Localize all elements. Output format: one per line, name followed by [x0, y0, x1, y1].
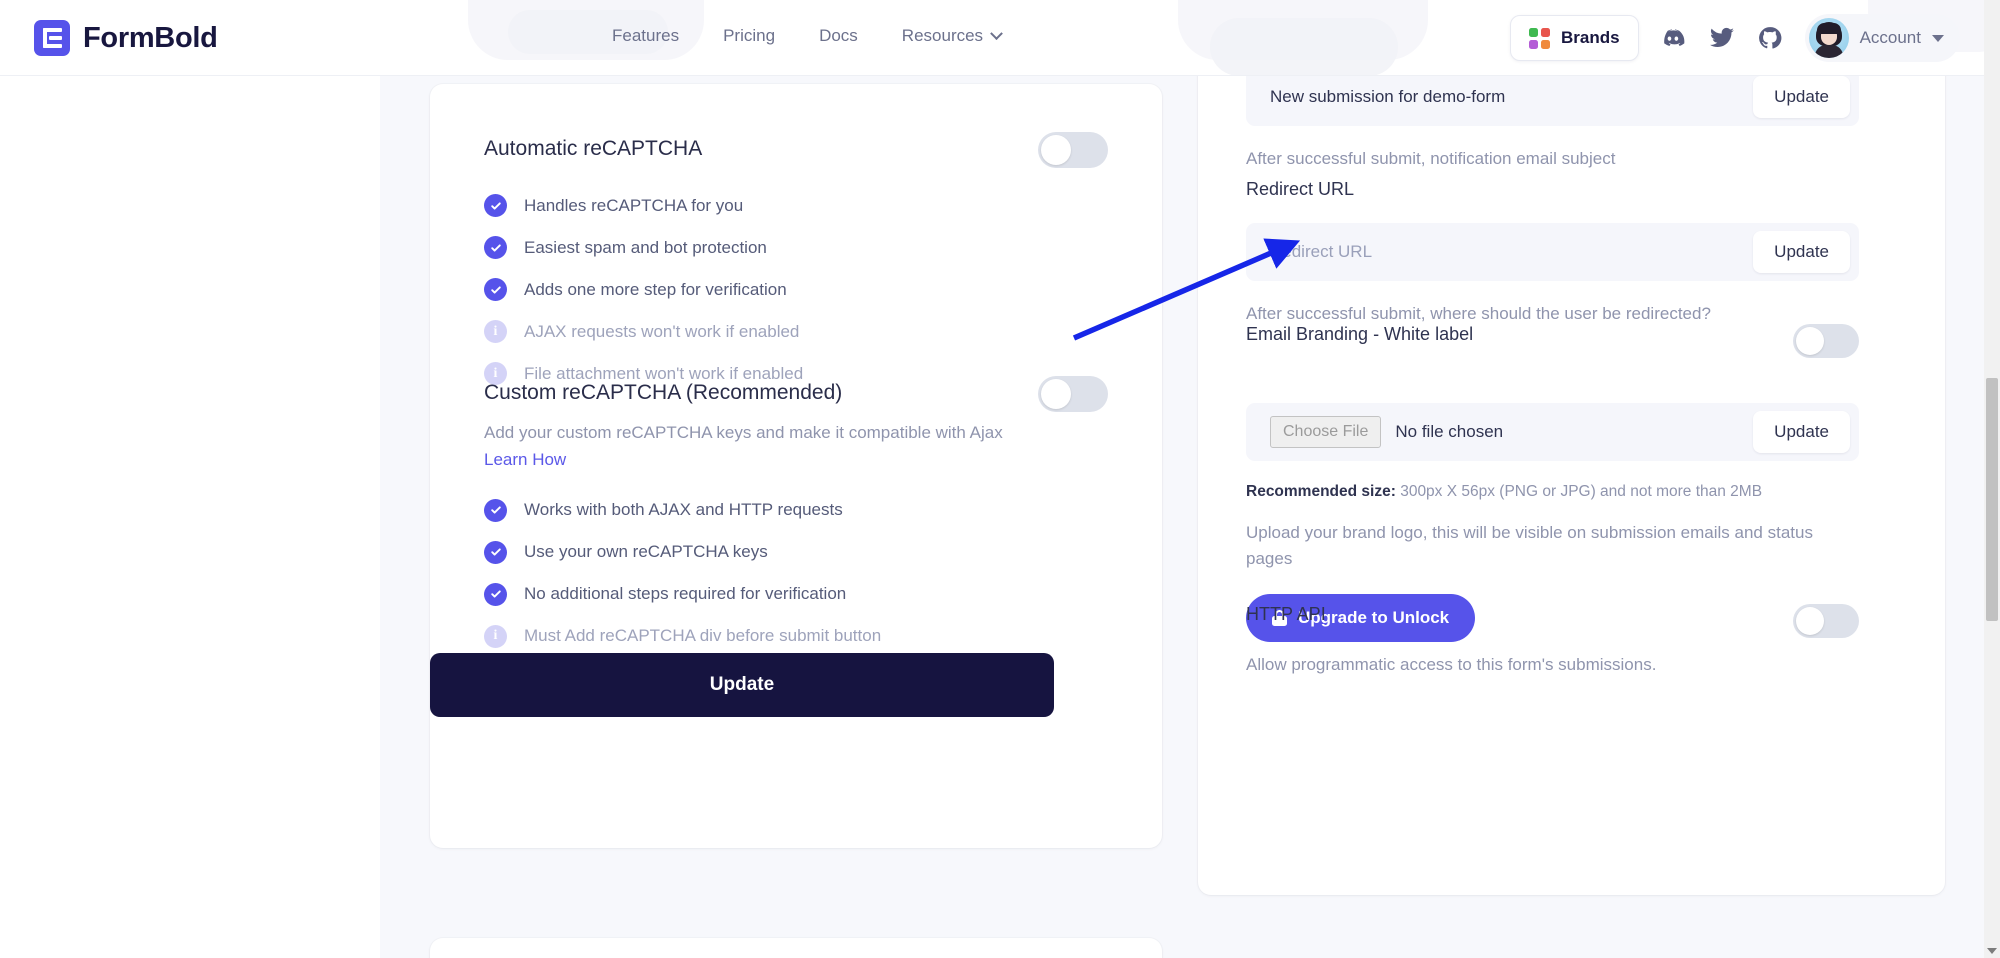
redirect-url-input[interactable]: Redirect URL [1270, 242, 1372, 262]
automatic-recaptcha-title: Automatic reCAPTCHA [484, 137, 703, 160]
nav-label: Docs [819, 26, 858, 45]
recommended-size-value: 300px X 56px (PNG or JPG) and not more t… [1395, 483, 1763, 500]
account-menu[interactable]: Account [1804, 14, 1960, 62]
list-item-label: Easiest spam and bot protection [524, 237, 767, 257]
custom-recaptcha-description: Add your custom reCAPTCHA keys and make … [484, 419, 1014, 473]
recommended-size-note: Recommended size: 300px X 56px (PNG or J… [1246, 483, 1859, 501]
list-item: Use your own reCAPTCHA keys [484, 540, 1108, 564]
list-item: Handles reCAPTCHA for you [484, 194, 1108, 217]
logo-update-button[interactable]: Update [1753, 411, 1850, 453]
list-item-label: Must Add reCAPTCHA div before submit but… [524, 626, 882, 646]
check-icon [484, 498, 507, 522]
email-branding-toggle[interactable] [1793, 324, 1859, 358]
email-subject-update-button[interactable]: Update [1753, 76, 1850, 118]
brands-button[interactable]: Brands [1509, 15, 1639, 61]
list-item: Works with both AJAX and HTTP requests [484, 498, 1108, 522]
social-links [1661, 25, 1783, 51]
header-decor-blob [1210, 18, 1398, 75]
info-icon: i [484, 320, 507, 343]
custom-recaptcha-section: Custom reCAPTCHA (Recommended) Add your … [484, 376, 1108, 648]
list-item-label: Use your own reCAPTCHA keys [524, 542, 768, 562]
choose-file-button[interactable]: Choose File [1270, 416, 1382, 448]
check-icon [484, 236, 507, 259]
redirect-url-update-button[interactable]: Update [1753, 231, 1850, 273]
nav-label: Features [612, 26, 680, 45]
logo-upload-helper: Upload your brand logo, this will be vis… [1246, 523, 1813, 569]
email-subject-input-row[interactable]: New submission for demo-form Update [1246, 68, 1859, 126]
redirect-url-input-row[interactable]: Redirect URL Update [1246, 223, 1859, 281]
update-button[interactable]: Update [430, 653, 1054, 717]
nav-item-features[interactable]: Features [612, 26, 679, 46]
list-item-label: Adds one more step for verification [524, 279, 787, 299]
list-item-label: AJAX requests won't work if enabled [524, 321, 800, 341]
automatic-recaptcha-toggle[interactable] [1038, 132, 1108, 168]
nav-item-docs[interactable]: Docs [819, 26, 858, 46]
chevron-down-icon [1932, 34, 1944, 42]
scrollbar-thumb[interactable] [1986, 378, 1998, 621]
list-item-label: Handles reCAPTCHA for you [524, 195, 744, 215]
account-label: Account [1859, 28, 1921, 47]
avatar [1808, 18, 1849, 58]
github-icon[interactable] [1757, 25, 1783, 51]
list-item: Easiest spam and bot protection [484, 236, 1108, 259]
browser-viewport: FormBold Features Pricing Docs Resources… [0, 0, 2000, 958]
list-item-label: Works with both AJAX and HTTP requests [524, 500, 843, 520]
custom-recaptcha-title: Custom reCAPTCHA (Recommended) [484, 381, 843, 404]
brands-label: Brands [1560, 28, 1620, 47]
list-item: No additional steps required for verific… [484, 582, 1108, 606]
http-api-section: HTTP API Allow programmatic access to th… [1246, 604, 1859, 678]
header-actions: Brands Account [1509, 14, 1960, 62]
list-item: i Must Add reCAPTCHA div before submit b… [484, 624, 1108, 648]
http-api-toggle[interactable] [1793, 604, 1859, 638]
site-header: FormBold Features Pricing Docs Resources… [0, 0, 1984, 76]
custom-recaptcha-toggle[interactable] [1038, 376, 1108, 412]
email-subject-section: New submission for demo-form Update Afte… [1246, 68, 1859, 172]
list-item-label: No additional steps required for verific… [524, 584, 847, 604]
left-gutter [0, 76, 380, 958]
secondary-settings-card [430, 938, 1162, 958]
nav-item-resources[interactable]: Resources [901, 26, 1003, 46]
recaptcha-settings-card: Automatic reCAPTCHA Handles reCAPTCHA fo… [430, 84, 1162, 848]
email-subject-value: New submission for demo-form [1270, 87, 1506, 106]
discord-icon[interactable] [1661, 25, 1687, 51]
check-icon [484, 194, 507, 217]
email-subject-helper: After successful submit, notification em… [1246, 149, 1616, 168]
custom-recaptcha-feature-list: Works with both AJAX and HTTP requests U… [484, 498, 1108, 648]
custom-recaptcha-description-text: Add your custom reCAPTCHA keys and make … [484, 423, 1003, 443]
file-input[interactable]: Choose File No file chosen [1270, 416, 1503, 448]
redirect-url-section: Redirect URL Redirect URL Update After s… [1246, 179, 1859, 327]
email-branding-section: Email Branding - White label Choose File… [1246, 324, 1859, 642]
check-icon [484, 540, 507, 564]
logo[interactable]: FormBold [34, 20, 218, 56]
main-navigation: Features Pricing Docs Resources [612, 26, 1003, 46]
formbold-logo-icon [34, 20, 70, 56]
logo-text: FormBold [83, 21, 218, 54]
file-status-label: No file chosen [1395, 422, 1504, 441]
automatic-recaptcha-section: Automatic reCAPTCHA Handles reCAPTCHA fo… [484, 132, 1108, 385]
check-icon [484, 278, 507, 301]
email-branding-title: Email Branding - White label [1246, 324, 1474, 344]
http-api-title: HTTP API [1246, 604, 1326, 624]
automatic-recaptcha-feature-list: Handles reCAPTCHA for you Easiest spam a… [484, 194, 1108, 385]
redirect-url-label: Redirect URL [1246, 179, 1355, 199]
form-settings-card: New submission for demo-form Update Afte… [1198, 34, 1945, 895]
logo-upload-row: Choose File No file chosen Update [1246, 403, 1859, 461]
nav-label: Pricing [723, 26, 776, 45]
list-item: i AJAX requests won't work if enabled [484, 320, 1108, 343]
info-icon: i [484, 624, 507, 648]
nav-label: Resources [901, 26, 984, 45]
twitter-icon[interactable] [1709, 25, 1735, 51]
nav-item-pricing[interactable]: Pricing [723, 26, 775, 46]
list-item: Adds one more step for verification [484, 278, 1108, 301]
chevron-down-icon [990, 26, 1003, 40]
check-icon [484, 582, 507, 606]
recommended-size-prefix: Recommended size: [1246, 483, 1396, 500]
page-scrollbar[interactable] [1984, 0, 2000, 958]
http-api-helper: Allow programmatic access to this form's… [1246, 655, 1657, 674]
scroll-down-arrow-icon[interactable] [1987, 948, 1997, 954]
brands-grid-icon [1528, 27, 1550, 49]
learn-how-link[interactable]: Learn How [484, 450, 566, 469]
